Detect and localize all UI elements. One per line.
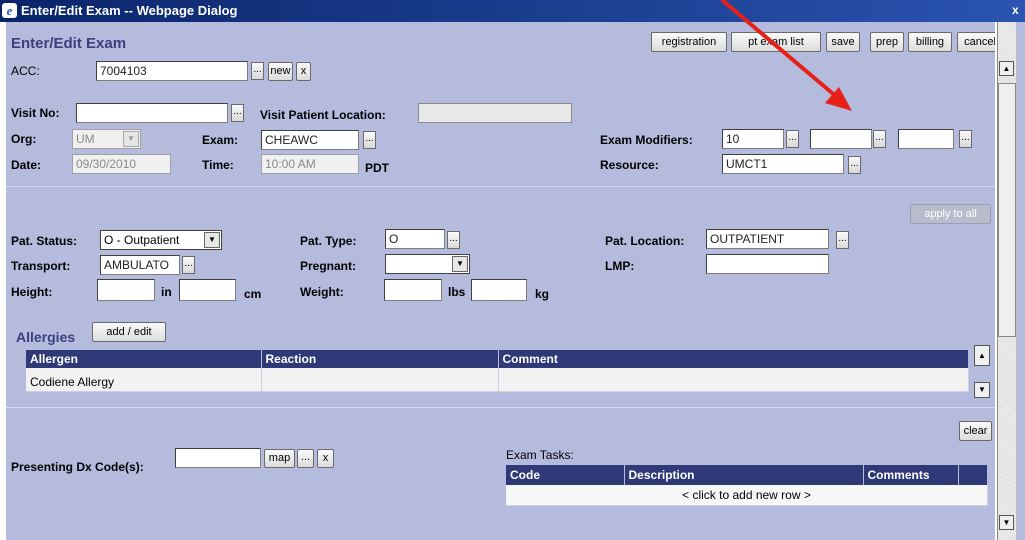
annotation-arrow — [720, 0, 852, 111]
annotation-arrow-line — [720, 0, 840, 100]
